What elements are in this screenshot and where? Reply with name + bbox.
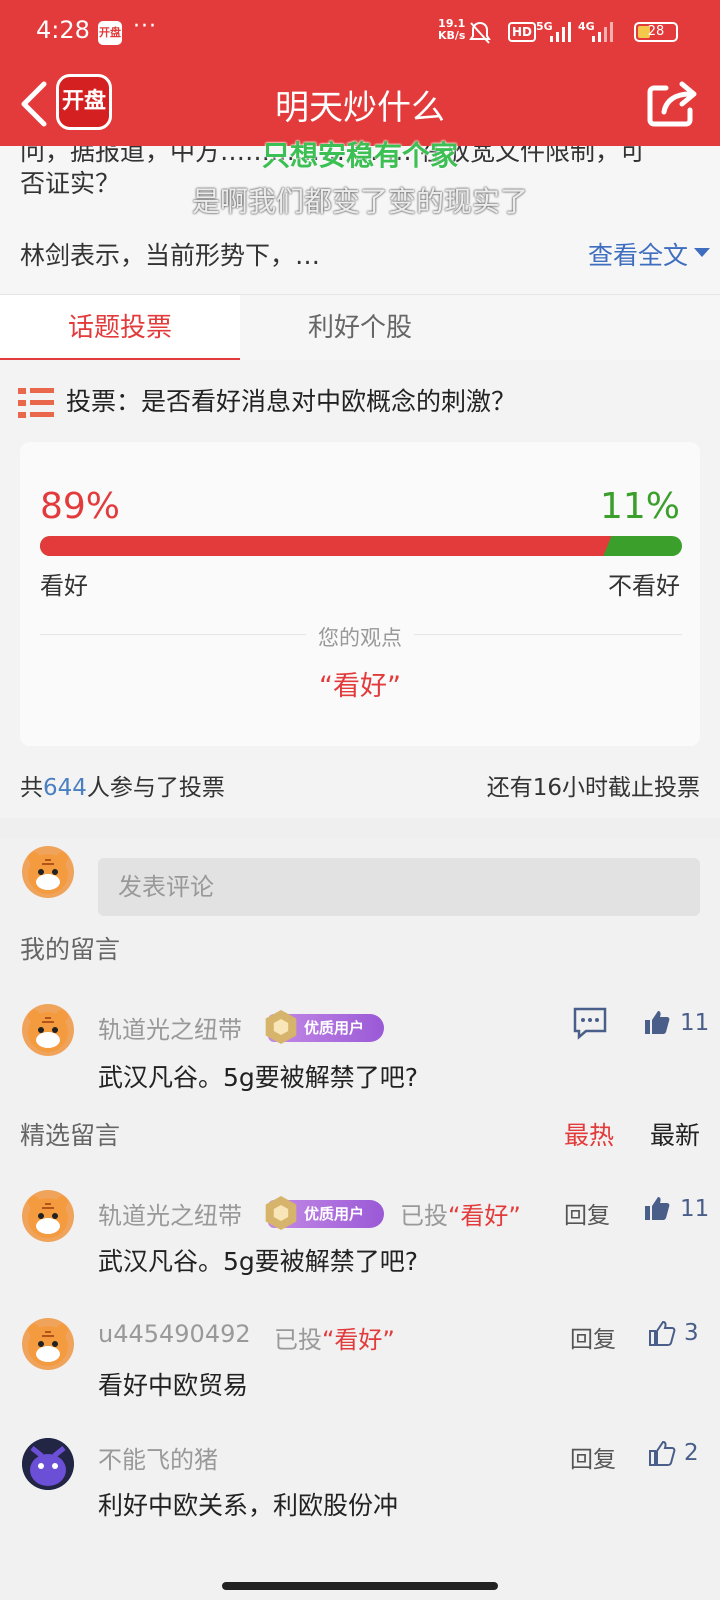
status-bar: 4:28 开盘 ··· 19.1 KB/s HD 5G 4G 28 [0, 0, 720, 66]
quality-user-badge: 优质用户 [265, 1010, 384, 1044]
quality-user-badge: 优质用户 [265, 1196, 384, 1230]
negative-label[interactable]: 不看好 [608, 566, 680, 601]
comment-text: 武汉凡谷。5g要被解禁了吧? [98, 1247, 419, 1276]
participants-suffix: 人参与了投票 [86, 775, 225, 801]
status-time: 4:28 [36, 16, 90, 44]
badge-hex-icon [265, 1010, 297, 1044]
avatar[interactable] [22, 1438, 74, 1490]
thumbs-up-outline-icon [649, 1440, 676, 1466]
character-avatar-icon [22, 1438, 74, 1490]
thumbs-up-icon [645, 1197, 670, 1220]
vote-card: 89% 11% 看好 不看好 您的观点 “看好” [20, 442, 700, 746]
floating-lyric: 只想安稳有个家 [261, 139, 458, 172]
vote-section: 投票：是否看好消息对中欧概念的刺激？ 89% 11% 看好 不看好 您的观点 “… [0, 360, 720, 818]
voted-value: “看好” [322, 1326, 395, 1354]
page-title: 明天炒什么 [275, 88, 445, 128]
avatar[interactable] [22, 1318, 74, 1370]
section-tabs: 话题投票 利好个股 [0, 294, 720, 361]
voted-tag: 已投“看好” [274, 1320, 395, 1355]
mute-bell-icon [469, 21, 491, 44]
badge-hex-icon [265, 1196, 297, 1230]
floating-lyric: 是啊我们都变了变的现实了 [191, 185, 528, 218]
vote-question: 投票：是否看好消息对中欧概念的刺激？ [66, 387, 517, 416]
comment-text: 武汉凡谷。5g要被解禁了吧? [98, 1063, 419, 1092]
comment-input[interactable]: 发表评论 [98, 858, 700, 916]
like-count: 3 [684, 1320, 699, 1346]
vote-list-icon [18, 388, 54, 418]
voted-prefix: 已投 [400, 1202, 448, 1230]
voted-value: “看好” [448, 1202, 521, 1230]
share-icon[interactable] [646, 80, 698, 128]
like-count: 2 [684, 1440, 699, 1466]
signal-bars-2-icon [592, 22, 613, 42]
app-notification-icon: 开盘 [98, 21, 122, 45]
participants-count: 644 [43, 775, 87, 801]
network-speed: 19.1 KB/s [438, 18, 465, 42]
top-bar: 4:28 开盘 ··· 19.1 KB/s HD 5G 4G 28 开盘 明天炒… [0, 0, 720, 146]
comment-username[interactable]: 不能飞的猪 [98, 1440, 218, 1475]
tiger-avatar-icon [28, 852, 68, 894]
battery-icon: 28 [634, 22, 678, 42]
badge-text: 优质用户 [304, 1205, 365, 1223]
sort-new-button[interactable]: 最新 [650, 1116, 700, 1152]
article-line: 林剑表示，当前形势下，… [20, 241, 321, 270]
negative-percent: 11% [599, 486, 680, 527]
featured-comments-label: 精选留言 [20, 1121, 121, 1150]
tab-topic-vote[interactable]: 话题投票 [0, 295, 240, 361]
signal-bars-icon [550, 22, 571, 42]
like-count: 11 [680, 1196, 710, 1222]
voted-prefix: 已投 [274, 1326, 322, 1354]
reply-button[interactable]: 回复 [570, 1440, 616, 1474]
your-view-title-text: 您的观点 [306, 626, 414, 650]
voted-tag: 已投“看好” [400, 1196, 521, 1231]
thumbs-up-outline-icon [649, 1320, 676, 1346]
app-logo: 开盘 [56, 74, 112, 130]
participants-prefix: 共 [20, 775, 43, 801]
positive-percent: 89% [40, 486, 121, 527]
network-speed-unit: KB/s [438, 29, 466, 42]
participants-text: 共644人参与了投票 [20, 768, 225, 802]
tiger-avatar-icon [28, 1010, 68, 1052]
battery-level: 28 [647, 24, 665, 39]
sort-hot-button[interactable]: 最热 [564, 1116, 614, 1152]
back-arrow-icon[interactable] [14, 74, 54, 134]
reply-button[interactable]: 回复 [570, 1320, 616, 1354]
tab-bullish-stocks[interactable]: 利好个股 [240, 295, 480, 361]
tiger-avatar-icon [28, 1324, 68, 1366]
comment-bubble-icon[interactable] [572, 1006, 608, 1040]
home-indicator[interactable] [222, 1582, 498, 1590]
comments-section: 发表评论 我的留言 轨道光之纽带 优质用户 11 武汉凡谷。5g要被解禁了吧? … [0, 838, 720, 1600]
avatar[interactable] [22, 1190, 74, 1242]
avatar[interactable] [22, 1004, 74, 1056]
vote-bar-positive [40, 536, 611, 556]
comment-username[interactable]: u445490492 [98, 1320, 251, 1348]
vote-bar [40, 536, 682, 556]
more-notifications-icon: ··· [133, 14, 157, 39]
hd-voice-icon: HD [508, 22, 537, 42]
positive-label[interactable]: 看好 [40, 566, 88, 601]
comment-text: 利好中欧关系，利欧股份冲 [98, 1491, 399, 1520]
comment-text: 看好中欧贸易 [98, 1371, 249, 1400]
comment-username[interactable]: 轨道光之纽带 [98, 1010, 242, 1045]
your-view-title: 您的观点 [20, 622, 700, 652]
your-view-value: “看好” [319, 671, 401, 702]
thumbs-up-icon [645, 1011, 670, 1034]
like-count: 11 [680, 1010, 710, 1036]
my-comments-label: 我的留言 [20, 935, 121, 964]
reply-button[interactable]: 回复 [564, 1196, 610, 1230]
badge-text: 优质用户 [304, 1019, 365, 1037]
vote-deadline: 还有16小时截止投票 [486, 775, 700, 801]
read-more-link[interactable]: 查看全文 [588, 236, 711, 272]
avatar [22, 846, 74, 898]
comment-username[interactable]: 轨道光之纽带 [98, 1196, 242, 1231]
tiger-avatar-icon [28, 1196, 68, 1238]
